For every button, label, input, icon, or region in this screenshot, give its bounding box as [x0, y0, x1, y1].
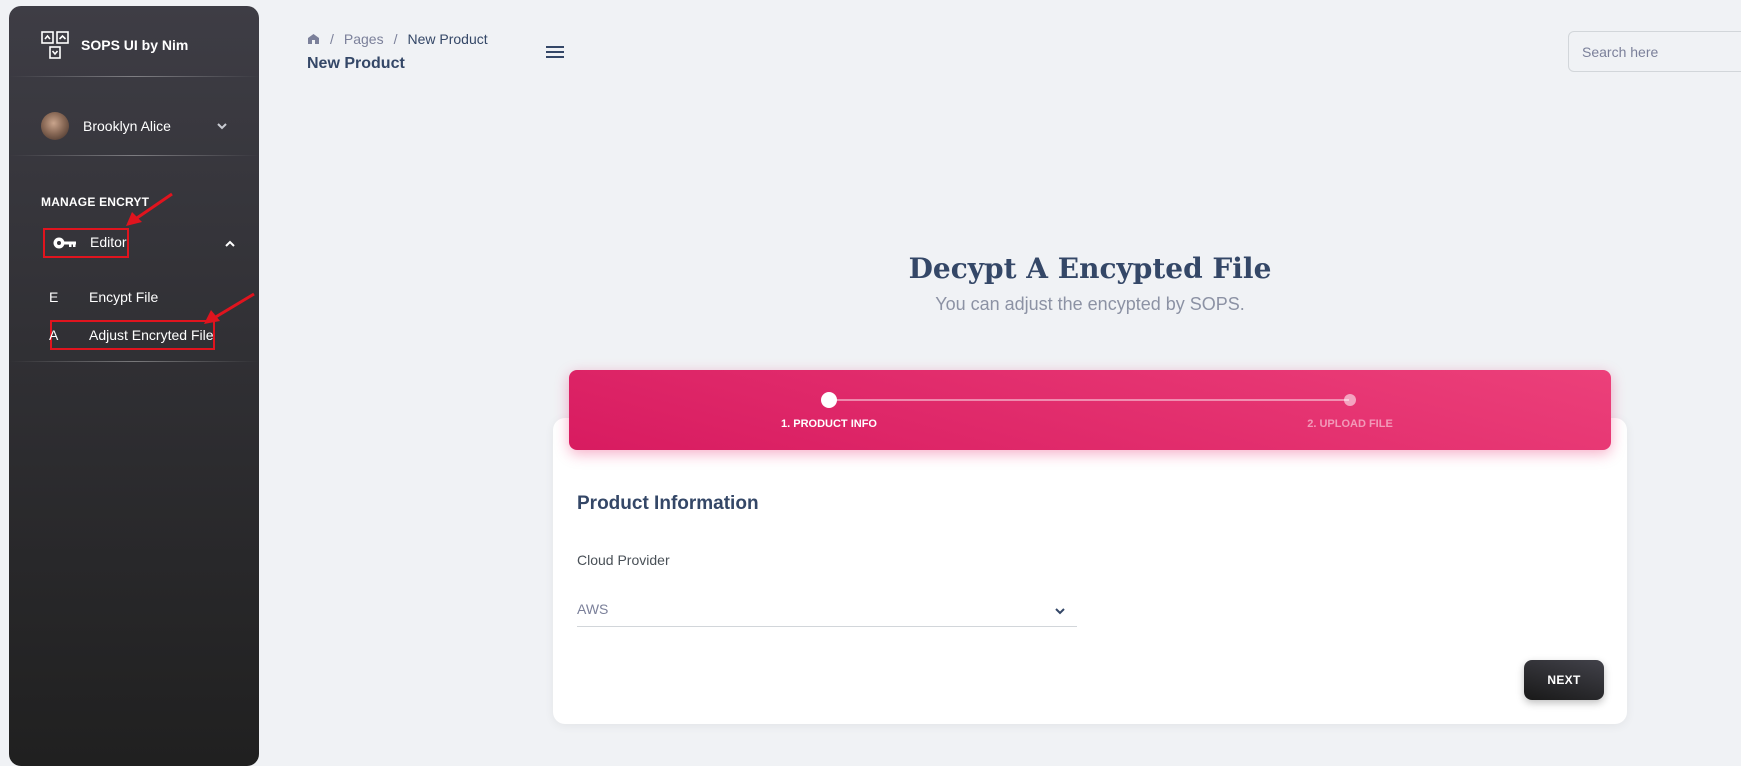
chevron-down-icon — [1055, 608, 1065, 615]
step-label-upload-file[interactable]: 2. UPLOAD FILE — [1307, 418, 1393, 430]
breadcrumb-item-current: New Product — [407, 31, 488, 47]
stepper-line — [829, 399, 1349, 401]
menu-icon[interactable] — [545, 44, 565, 60]
sidebar-section-title: MANAGE ENCRYT — [41, 195, 150, 209]
step-label-product-info[interactable]: 1. PRODUCT INFO — [781, 418, 877, 430]
user-menu[interactable]: Brooklyn Alice — [41, 106, 241, 146]
divider — [9, 155, 259, 156]
sidebar: SOPS UI by Nim Brooklyn Alice MANAGE ENC… — [9, 6, 259, 766]
form-card — [553, 418, 1627, 724]
sidebar-item-adjust-encryted-file[interactable]: A Adjust Encryted File — [35, 320, 235, 350]
sops-logo-icon — [41, 31, 69, 59]
divider — [9, 76, 259, 77]
sidebar-item-label: Editor — [90, 234, 127, 250]
step-dot-active[interactable] — [821, 392, 837, 408]
hero-subtitle: You can adjust the encypted by SOPS. — [935, 294, 1245, 314]
cloud-provider-label: Cloud Provider — [577, 552, 670, 568]
cloud-provider-value: AWS — [577, 601, 609, 617]
hero-title: Decypt A Encypted File — [908, 252, 1272, 285]
stepper: 1. PRODUCT INFO 2. UPLOAD FILE — [569, 370, 1611, 450]
step-dot-inactive[interactable] — [1344, 394, 1356, 406]
page-title: New Product — [307, 55, 405, 72]
key-icon — [53, 237, 76, 249]
breadcrumb-separator: / — [393, 31, 398, 47]
search-input[interactable] — [1568, 31, 1741, 72]
avatar — [41, 112, 69, 140]
chevron-up-icon — [225, 240, 235, 247]
home-icon[interactable] — [307, 33, 320, 45]
breadcrumb-separator: / — [330, 31, 334, 47]
chevron-down-icon — [217, 123, 227, 130]
breadcrumb: / Pages / New Product — [307, 31, 488, 47]
divider — [9, 361, 259, 362]
sidebar-item-letter: A — [49, 327, 59, 343]
form-heading: Product Information — [577, 493, 759, 514]
user-name: Brooklyn Alice — [83, 118, 171, 134]
app-title: SOPS UI by Nim — [81, 37, 189, 53]
sidebar-item-label: Adjust Encryted File — [89, 327, 214, 343]
next-button[interactable]: NEXT — [1524, 660, 1604, 700]
breadcrumb-item-pages[interactable]: Pages — [344, 31, 384, 47]
brand[interactable]: SOPS UI by Nim — [40, 30, 188, 60]
cloud-provider-select[interactable]: AWS — [577, 595, 1077, 627]
